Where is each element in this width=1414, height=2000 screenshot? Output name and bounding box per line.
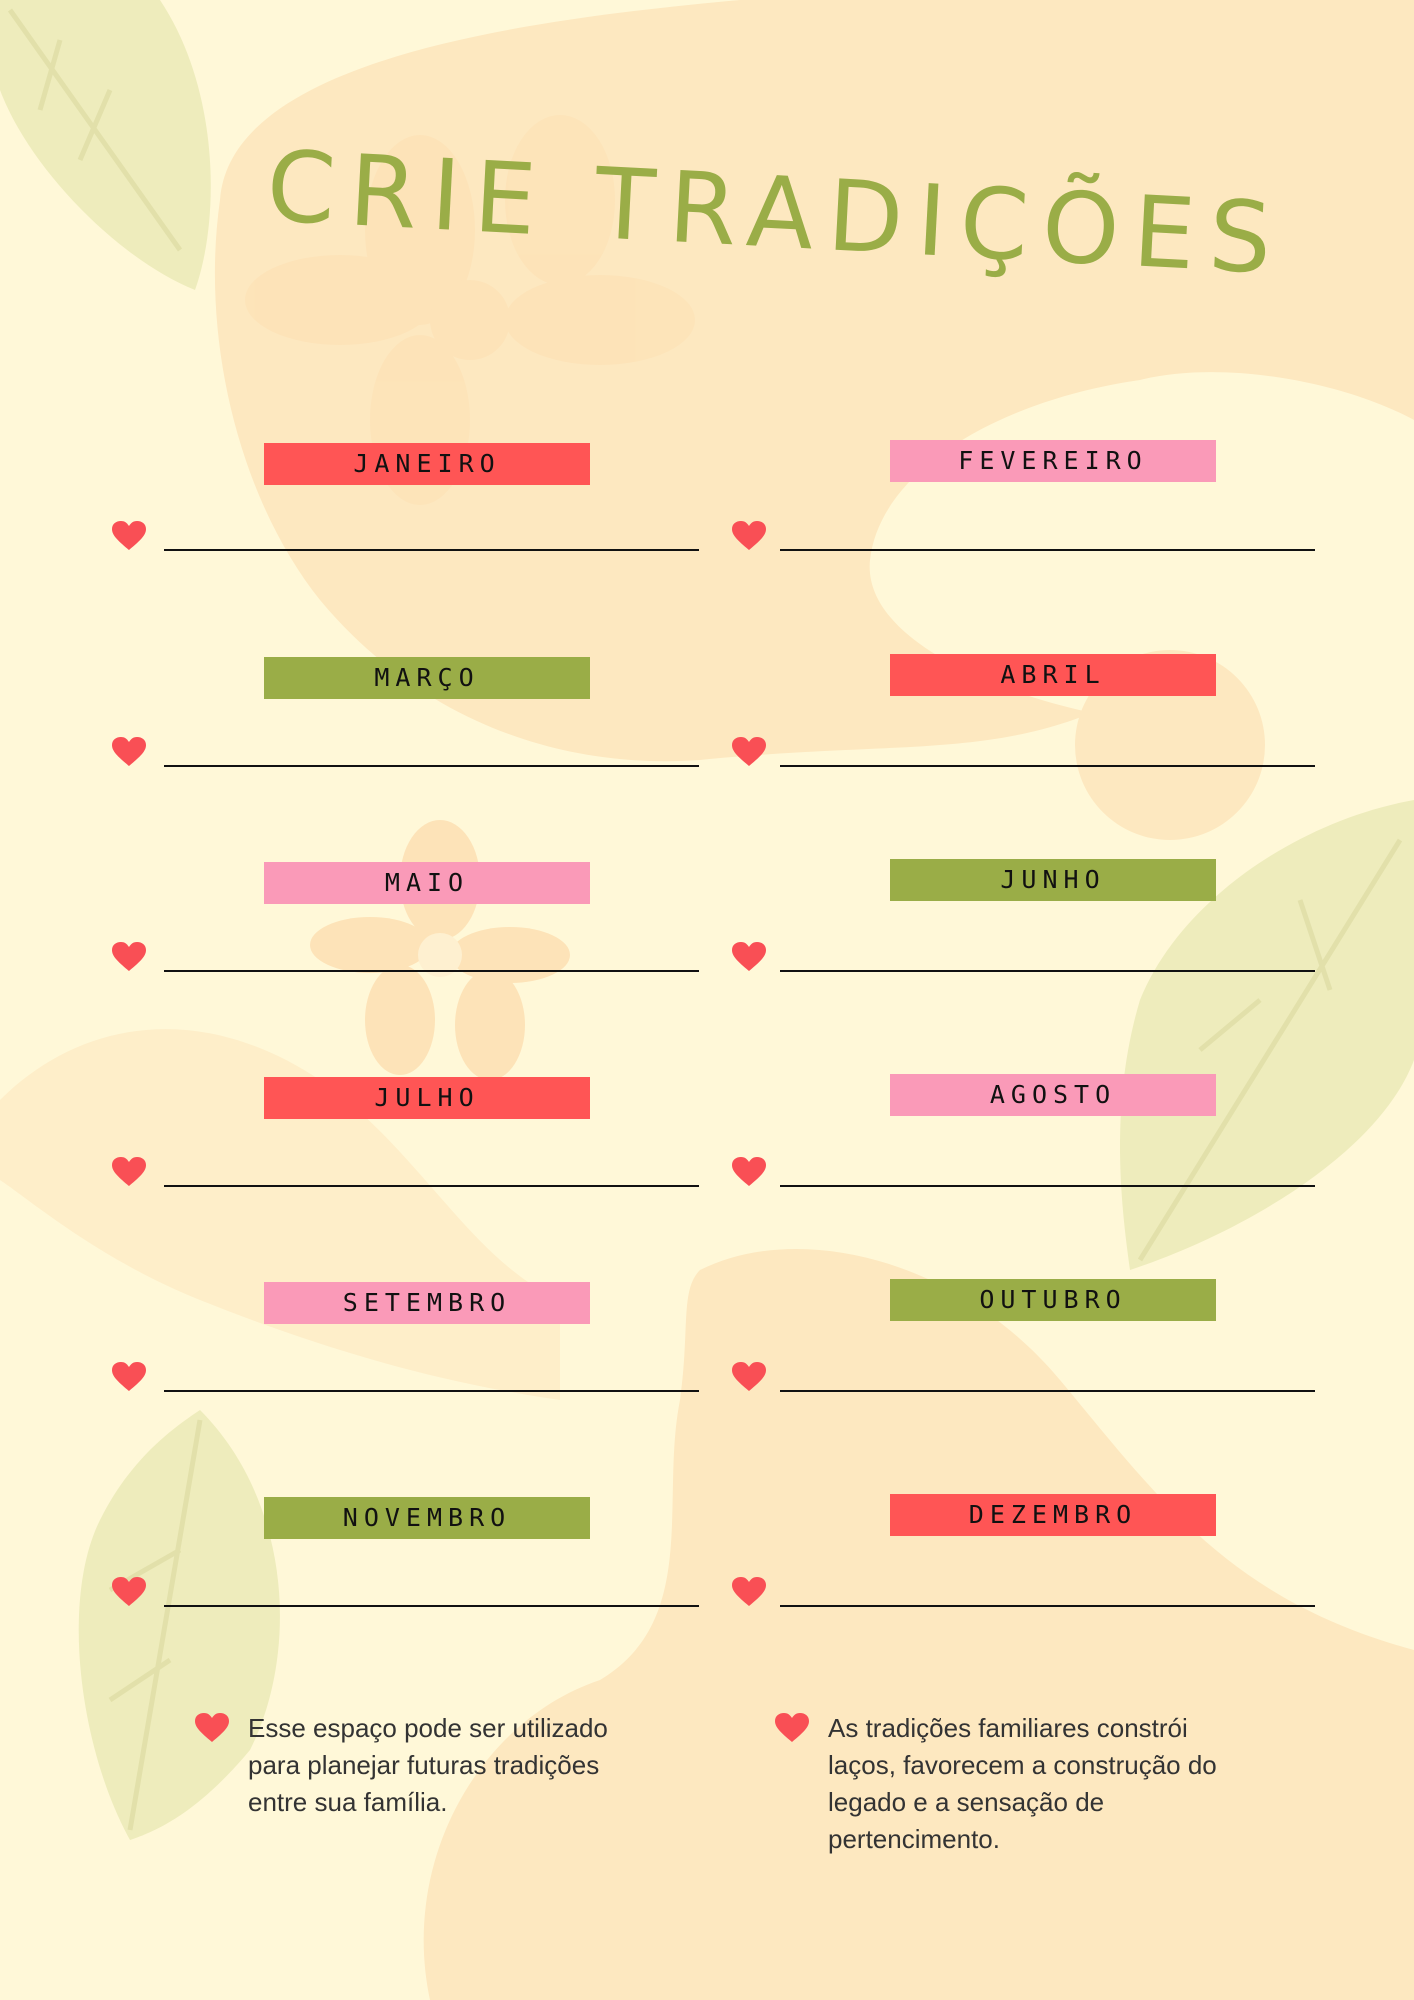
month-label-outubro: OUTUBRO	[890, 1279, 1216, 1321]
write-in-line[interactable]	[164, 549, 699, 551]
background-decoration	[0, 0, 1414, 2000]
heart-icon	[732, 1157, 766, 1187]
write-in-line[interactable]	[780, 1605, 1315, 1607]
heart-icon	[112, 1157, 146, 1187]
month-label-setembro: SETEMBRO	[264, 1282, 590, 1324]
write-in-line[interactable]	[164, 1605, 699, 1607]
heart-icon	[732, 1362, 766, 1392]
write-in-line[interactable]	[780, 765, 1315, 767]
note-text: As tradições familiares constrói laços, …	[828, 1713, 1217, 1854]
heart-icon	[112, 942, 146, 972]
month-label-março: MARÇO	[264, 657, 590, 699]
heart-icon	[112, 1362, 146, 1392]
month-label-junho: JUNHO	[890, 859, 1216, 901]
write-in-line[interactable]	[780, 1390, 1315, 1392]
month-label-novembro: NOVEMBRO	[264, 1497, 590, 1539]
month-label-julho: JULHO	[264, 1077, 590, 1119]
heart-icon	[775, 1713, 809, 1743]
month-label-maio: MAIO	[264, 862, 590, 904]
write-in-line[interactable]	[780, 549, 1315, 551]
heart-icon	[112, 737, 146, 767]
heart-icon	[732, 521, 766, 551]
heart-icon	[112, 1577, 146, 1607]
write-in-line[interactable]	[780, 1185, 1315, 1187]
month-label-dezembro: DEZEMBRO	[890, 1494, 1216, 1536]
month-label-abril: ABRIL	[890, 654, 1216, 696]
month-label-fevereiro: FEVEREIRO	[890, 440, 1216, 482]
month-label-janeiro: JANEIRO	[264, 443, 590, 485]
write-in-line[interactable]	[780, 970, 1315, 972]
month-label-agosto: AGOSTO	[890, 1074, 1216, 1116]
heart-icon	[732, 942, 766, 972]
write-in-line[interactable]	[164, 765, 699, 767]
heart-icon	[195, 1713, 229, 1743]
write-in-line[interactable]	[164, 970, 699, 972]
write-in-line[interactable]	[164, 1185, 699, 1187]
note-text: Esse espaço pode ser utilizado para plan…	[248, 1713, 608, 1817]
heart-icon	[732, 1577, 766, 1607]
heart-icon	[112, 521, 146, 551]
heart-icon	[732, 737, 766, 767]
write-in-line[interactable]	[164, 1390, 699, 1392]
